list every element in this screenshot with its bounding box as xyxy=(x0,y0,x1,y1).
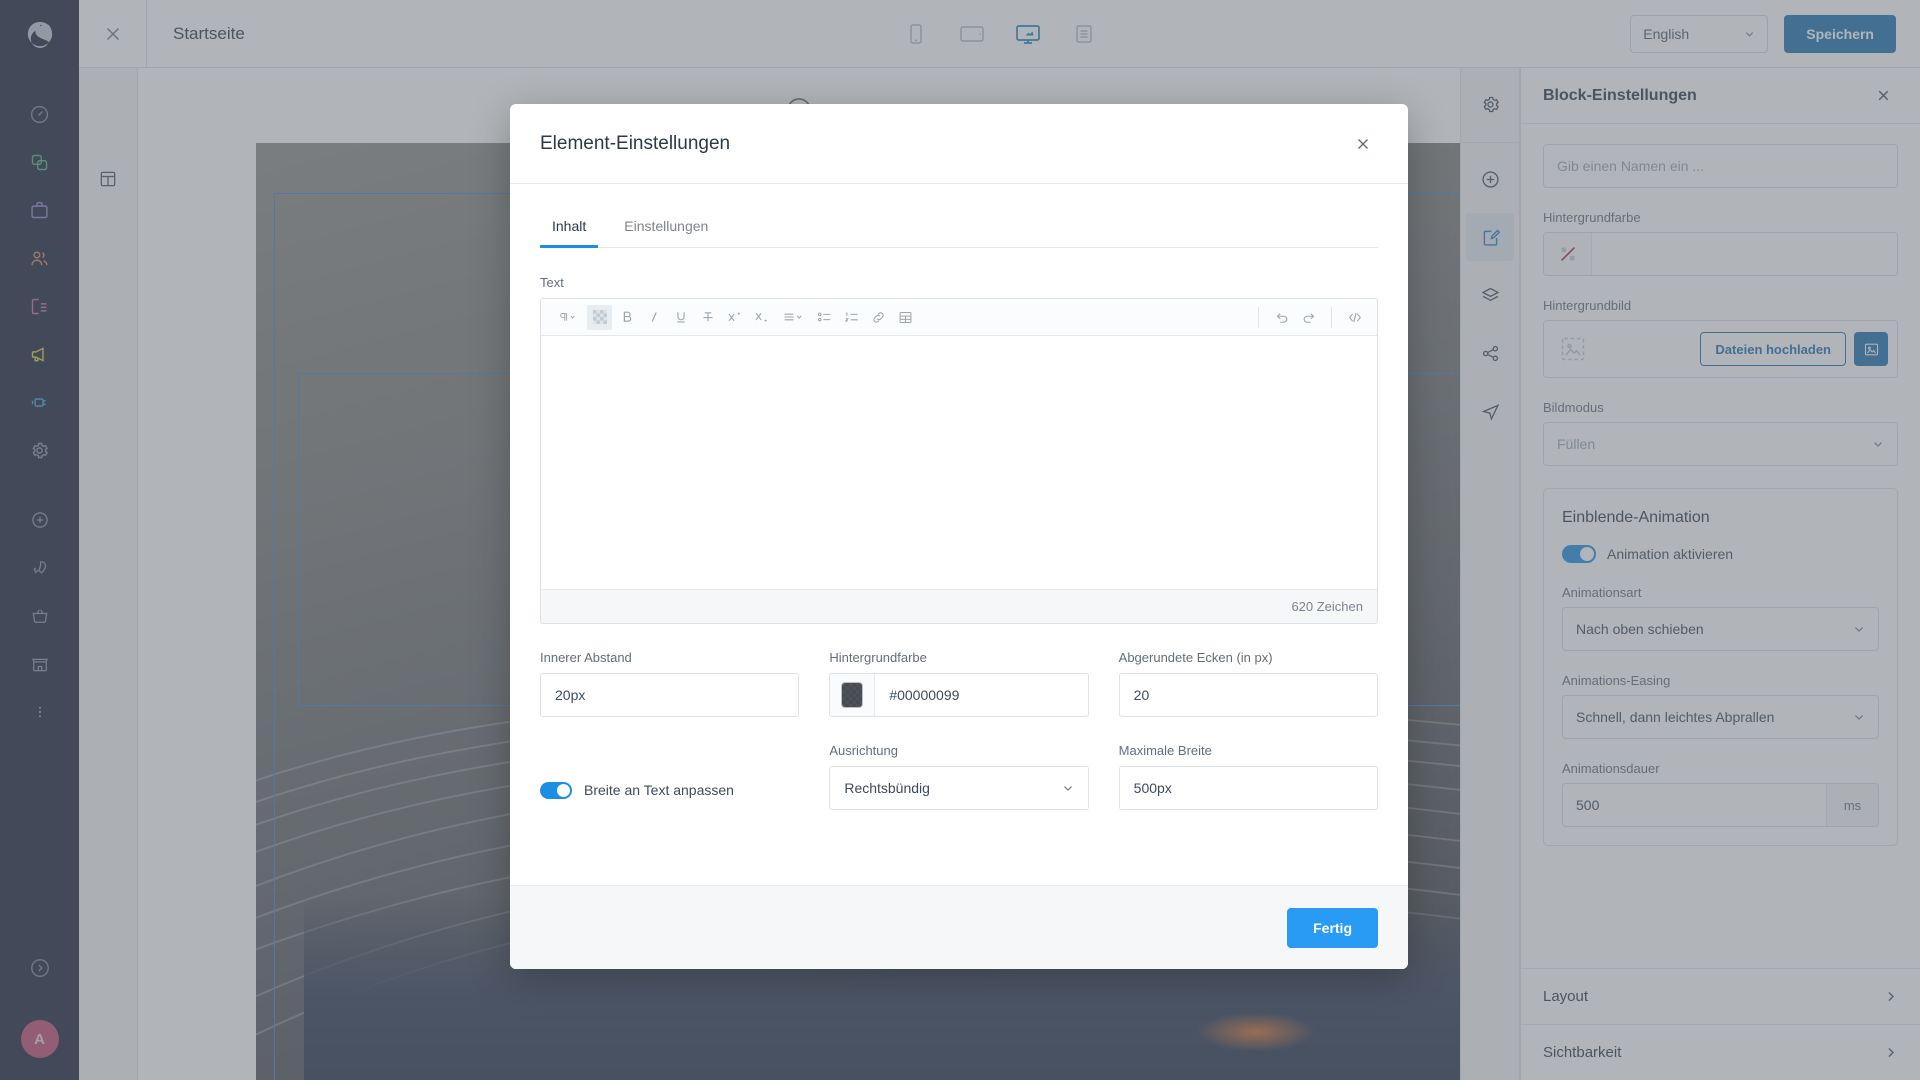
modal-bgcolor-value: #00000099 xyxy=(889,687,960,703)
editor-content-area[interactable] xyxy=(541,336,1377,589)
table-icon[interactable] xyxy=(893,305,918,330)
done-button[interactable]: Fertig xyxy=(1287,907,1378,948)
alignment-label: Ausrichtung xyxy=(829,743,898,758)
chevron-down-icon xyxy=(1061,781,1075,795)
border-radius-label: Abgerundete Ecken (in px) xyxy=(1118,650,1273,665)
superscript-icon[interactable] xyxy=(722,305,747,330)
alignment-field: Ausrichtung Rechtsbündig xyxy=(829,743,1089,812)
undo-icon[interactable] xyxy=(1269,305,1294,330)
max-width-input[interactable]: 500px xyxy=(1118,766,1378,810)
modal-fields-row-2: Breite an Text anpassen Ausrichtung Rech… xyxy=(540,743,1378,812)
modal-header: Element-Einstellungen xyxy=(510,104,1408,184)
paragraph-format-icon[interactable] xyxy=(551,305,585,330)
bold-icon[interactable] xyxy=(614,305,639,330)
link-icon[interactable] xyxy=(866,305,891,330)
max-width-field: Maximale Breite 500px xyxy=(1118,743,1378,812)
tab-einstellungen[interactable]: Einstellungen xyxy=(612,208,720,247)
toolbar-divider xyxy=(1258,306,1259,328)
modal-tabs: Inhalt Einstellungen xyxy=(540,208,1378,248)
editor-footer: 620 Zeichen xyxy=(541,589,1377,623)
border-radius-input[interactable]: 20 xyxy=(1118,673,1378,717)
char-count: 620 Zeichen xyxy=(1291,599,1363,614)
underline-icon[interactable] xyxy=(668,305,693,330)
tab-inhalt[interactable]: Inhalt xyxy=(540,208,599,248)
color-swatch-icon[interactable] xyxy=(830,674,876,716)
close-icon[interactable] xyxy=(1348,129,1378,159)
bullet-list-icon[interactable] xyxy=(812,305,837,330)
modal-bgcolor-input[interactable]: #00000099 xyxy=(829,673,1089,717)
modal-title: Element-Einstellungen xyxy=(540,132,731,154)
modal-fields-row-1: Innerer Abstand 20px Hintergrundfarbe #0… xyxy=(540,650,1378,717)
align-icon[interactable] xyxy=(776,305,810,330)
redo-icon[interactable] xyxy=(1296,305,1321,330)
subscript-icon[interactable] xyxy=(749,305,774,330)
source-code-icon[interactable] xyxy=(1342,305,1367,330)
padding-label: Innerer Abstand xyxy=(540,650,632,665)
element-settings-modal: Element-Einstellungen Inhalt Einstellung… xyxy=(510,104,1408,969)
fit-width-label: Breite an Text anpassen xyxy=(584,782,734,798)
fit-width-row: Breite an Text anpassen xyxy=(540,768,799,812)
max-width-label: Maximale Breite xyxy=(1118,743,1212,758)
text-color-icon[interactable] xyxy=(587,304,612,330)
fit-width-toggle[interactable] xyxy=(540,781,572,799)
alignment-select[interactable]: Rechtsbündig xyxy=(829,766,1089,810)
alignment-value: Rechtsbündig xyxy=(844,780,930,796)
italic-icon[interactable] xyxy=(641,305,666,330)
padding-input[interactable]: 20px xyxy=(540,673,800,717)
numbered-list-icon[interactable] xyxy=(839,305,864,330)
padding-field: Innerer Abstand 20px xyxy=(540,650,800,717)
editor-toolbar xyxy=(541,299,1377,336)
strikethrough-icon[interactable] xyxy=(695,305,720,330)
modal-body: Inhalt Einstellungen Text 620 Zeichen In… xyxy=(510,184,1408,885)
rich-text-editor: 620 Zeichen xyxy=(540,298,1378,624)
modal-bgcolor-field: Hintergrundfarbe #00000099 xyxy=(829,650,1089,717)
modal-footer: Fertig xyxy=(510,885,1408,969)
modal-bgcolor-label: Hintergrundfarbe xyxy=(829,650,927,665)
border-radius-field: Abgerundete Ecken (in px) 20 xyxy=(1118,650,1378,717)
toolbar-divider xyxy=(1331,306,1332,328)
text-field-label: Text xyxy=(540,275,564,290)
